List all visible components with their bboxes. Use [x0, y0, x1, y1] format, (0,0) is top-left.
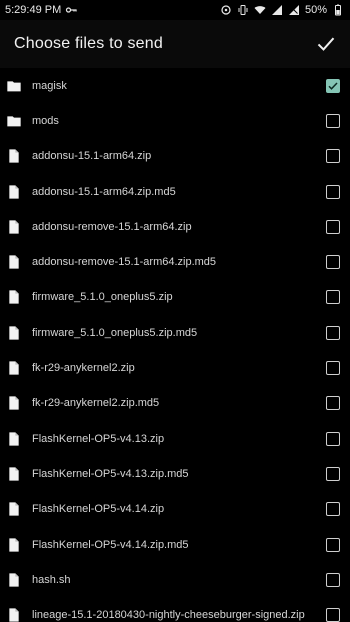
list-item[interactable]: mods [0, 103, 350, 138]
file-icon [6, 501, 22, 517]
checkbox[interactable] [326, 431, 340, 446]
toolbar: Choose files to send [0, 20, 350, 68]
file-icon [6, 607, 22, 622]
checkbox[interactable] [326, 255, 340, 270]
file-icon [6, 431, 22, 447]
file-icon [6, 219, 22, 235]
list-item[interactable]: addonsu-15.1-arm64.zip [0, 139, 350, 174]
wifi-icon [254, 4, 266, 16]
file-name: FlashKernel-OP5-v4.14.zip [32, 503, 165, 516]
list-item[interactable]: FlashKernel-OP5-v4.13.zip.md5 [0, 456, 350, 491]
folder-icon [6, 113, 22, 129]
page-title: Choose files to send [14, 35, 163, 52]
checkbox[interactable] [326, 537, 340, 552]
confirm-button[interactable] [314, 32, 338, 56]
file-list[interactable]: magisk mods addonsu-15.1-arm64.zip addonsu-… [0, 68, 350, 622]
list-item[interactable]: magisk [0, 68, 350, 103]
checkbox[interactable] [326, 290, 340, 305]
status-time: 5:29:49 PM [5, 4, 62, 16]
list-item[interactable]: FlashKernel-OP5-v4.13.zip [0, 421, 350, 456]
checkbox[interactable] [326, 149, 340, 164]
checkmark-icon [317, 37, 335, 51]
checkbox[interactable] [326, 184, 340, 199]
file-icon [6, 395, 22, 411]
file-icon [6, 148, 22, 164]
checkbox[interactable] [326, 219, 340, 234]
folder-icon [6, 78, 22, 94]
signal-icon [288, 4, 300, 16]
list-item[interactable]: fk-r29-anykernel2.zip [0, 350, 350, 385]
file-icon [6, 572, 22, 588]
checkbox[interactable] [326, 572, 340, 587]
file-icon [6, 184, 22, 200]
file-name: fk-r29-anykernel2.zip [32, 362, 135, 375]
file-name: addonsu-remove-15.1-arm64.zip [32, 220, 192, 233]
list-item[interactable]: FlashKernel-OP5-v4.14.zip [0, 492, 350, 527]
checkbox[interactable] [326, 113, 340, 128]
battery-percent: 50% [304, 4, 327, 16]
file-name: addonsu-15.1-arm64.zip.md5 [32, 185, 176, 198]
file-icon [6, 289, 22, 305]
file-icon [6, 325, 22, 341]
file-icon [6, 360, 22, 376]
file-name: lineage-15.1-20180430-nightly-cheeseburg… [32, 609, 305, 622]
list-item[interactable]: firmware_5.1.0_oneplus5.zip [0, 280, 350, 315]
file-name: magisk [32, 79, 67, 92]
status-bar: 5:29:49 PM 50% [0, 0, 350, 20]
file-name: hash.sh [32, 573, 71, 586]
checkbox[interactable] [326, 502, 340, 517]
file-name: FlashKernel-OP5-v4.13.zip.md5 [32, 467, 189, 480]
checkbox[interactable] [326, 608, 340, 622]
list-item[interactable]: lineage-15.1-20180430-nightly-cheeseburg… [0, 597, 350, 622]
checkbox[interactable] [326, 325, 340, 340]
checkbox-checked[interactable] [326, 78, 340, 93]
list-item[interactable]: firmware_5.1.0_oneplus5.zip.md5 [0, 315, 350, 350]
checkbox[interactable] [326, 396, 340, 411]
key-icon [65, 4, 77, 16]
lte-signal-icon [271, 4, 283, 16]
file-name: FlashKernel-OP5-v4.13.zip [32, 432, 165, 445]
list-item[interactable]: FlashKernel-OP5-v4.14.zip.md5 [0, 527, 350, 562]
list-item[interactable]: fk-r29-anykernel2.zip.md5 [0, 386, 350, 421]
file-name: firmware_5.1.0_oneplus5.zip.md5 [32, 326, 198, 339]
file-name: firmware_5.1.0_oneplus5.zip [32, 291, 173, 304]
file-icon [6, 537, 22, 553]
checkbox[interactable] [326, 466, 340, 481]
list-item[interactable]: addonsu-remove-15.1-arm64.zip [0, 209, 350, 244]
battery-icon [332, 4, 344, 16]
vibrate-icon [237, 4, 249, 16]
file-name: addonsu-remove-15.1-arm64.zip.md5 [32, 256, 217, 269]
file-name: fk-r29-anykernel2.zip.md5 [32, 397, 160, 410]
list-item[interactable]: addonsu-15.1-arm64.zip.md5 [0, 174, 350, 209]
list-item[interactable]: hash.sh [0, 562, 350, 597]
file-name: FlashKernel-OP5-v4.14.zip.md5 [32, 538, 189, 551]
checkbox[interactable] [326, 361, 340, 376]
list-item[interactable]: addonsu-remove-15.1-arm64.zip.md5 [0, 244, 350, 279]
file-name: addonsu-15.1-arm64.zip [32, 150, 152, 163]
sync-icon [220, 4, 232, 16]
file-name: mods [32, 114, 59, 127]
file-icon [6, 254, 22, 270]
file-icon [6, 466, 22, 482]
